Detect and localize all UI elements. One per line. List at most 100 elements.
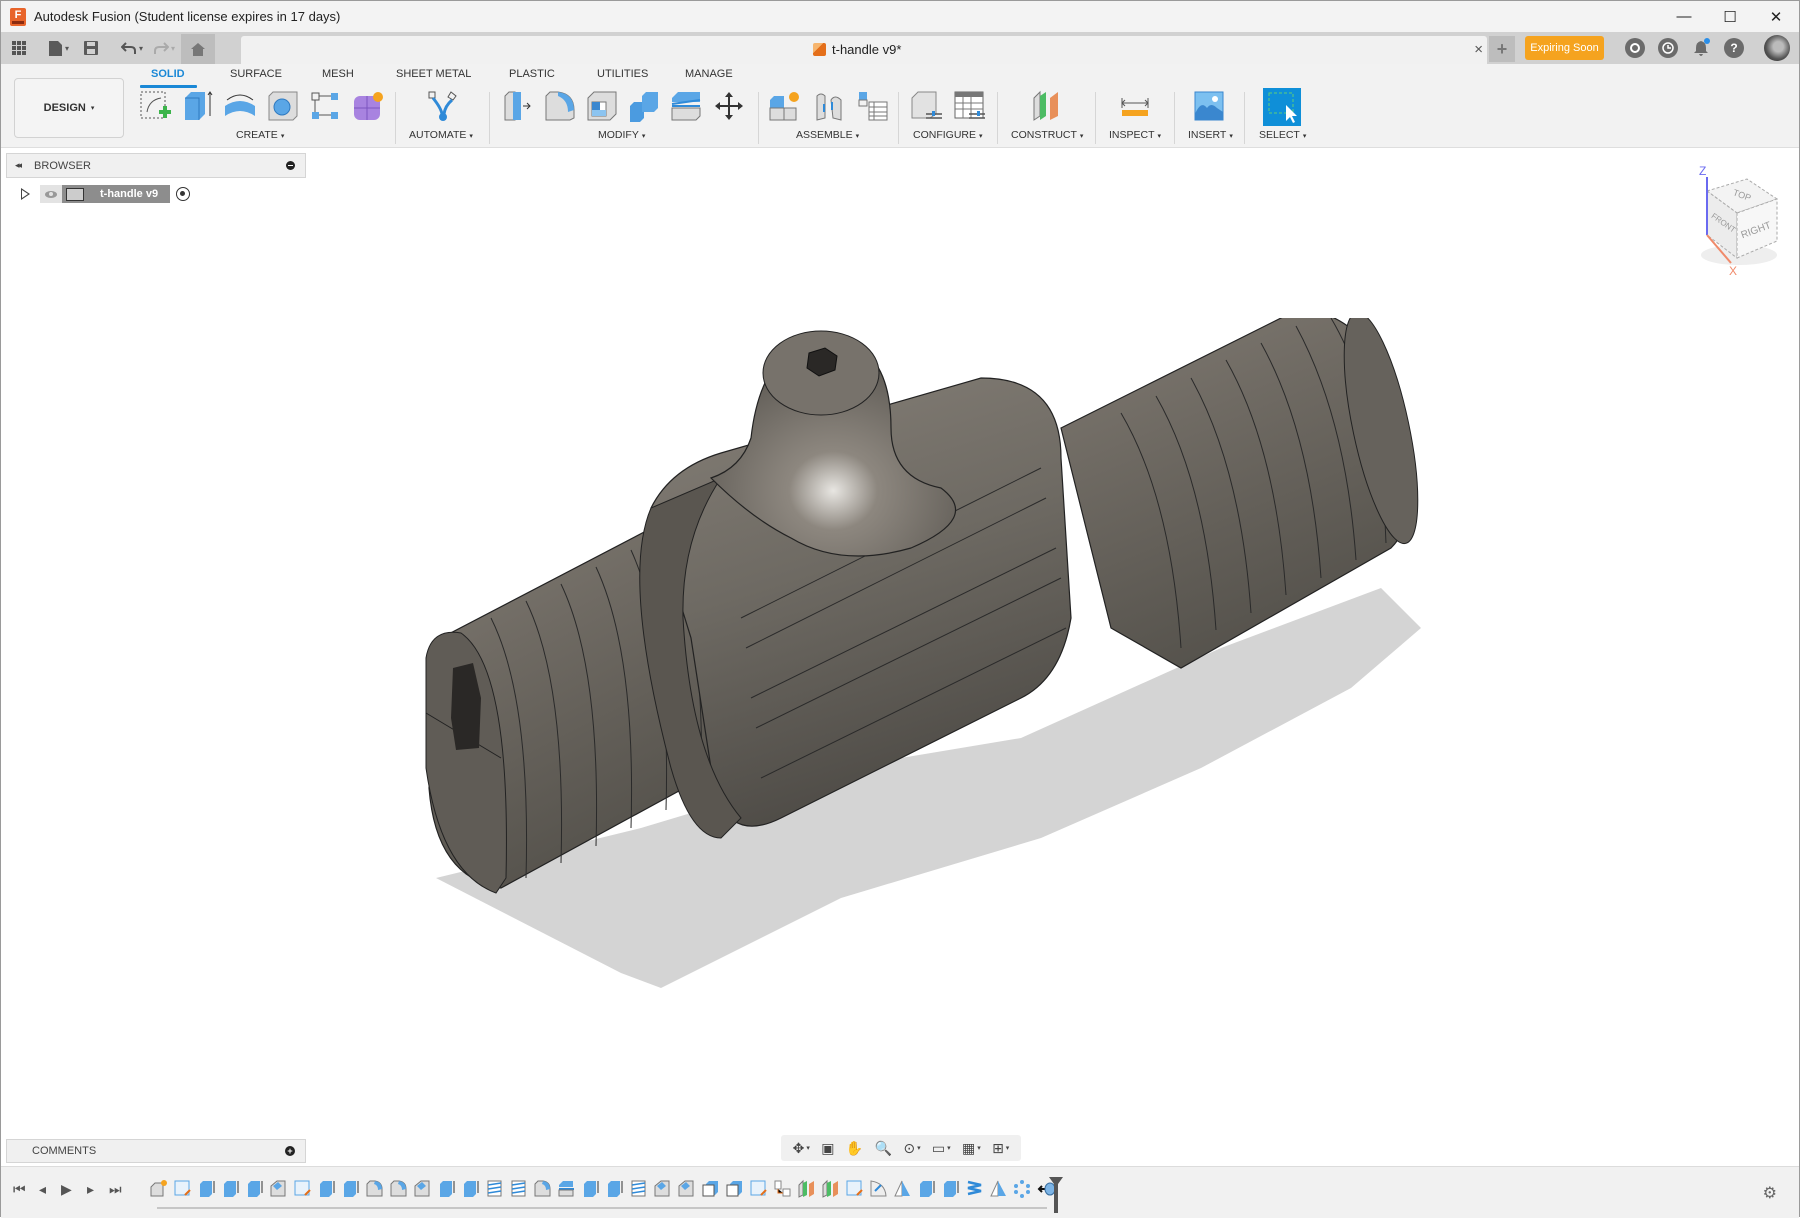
activate-component-button[interactable] — [176, 187, 191, 201]
collapse-browser-button[interactable]: ◂◂ — [15, 160, 22, 171]
viewports-button[interactable]: ⊞ ▾ — [992, 1140, 1009, 1157]
home-tab[interactable] — [181, 34, 216, 64]
timeline-feature-revolve[interactable] — [869, 1179, 888, 1198]
notifications-button[interactable] — [1691, 38, 1711, 58]
chevron-down-icon[interactable]: ▾ — [947, 1144, 951, 1152]
timeline-go-to-end[interactable]: ⏭ — [109, 1181, 122, 1198]
timeline-feature-sketch[interactable] — [173, 1179, 192, 1198]
insert-canvas-button[interactable] — [1191, 88, 1227, 124]
orbit-button[interactable]: ✥ ▾ — [793, 1140, 810, 1157]
look-at-button[interactable]: ▣ — [821, 1140, 834, 1157]
viewcube[interactable]: TOP FRONT RIGHT Z X — [1689, 163, 1784, 278]
tab-sheet-metal[interactable]: SHEET METAL — [396, 68, 471, 80]
timeline-feature-chamfer[interactable] — [653, 1179, 672, 1198]
timeline-feature-new-component[interactable] — [149, 1179, 168, 1198]
create-menu[interactable]: CREATE ▾ — [236, 129, 284, 141]
press-pull-button[interactable] — [501, 88, 537, 124]
timeline-feature-pattern[interactable] — [1013, 1179, 1032, 1198]
data-panel-button[interactable] — [5, 34, 33, 62]
modify-menu[interactable]: MODIFY ▾ — [598, 129, 645, 141]
timeline-feature-thread[interactable] — [509, 1179, 528, 1198]
maximize-button[interactable]: ☐ — [1707, 1, 1753, 32]
timeline-go-to-start[interactable]: ⏮ — [13, 1181, 26, 1198]
timeline-feature-extrude[interactable] — [221, 1179, 240, 1198]
assemble-menu[interactable]: ASSEMBLE ▾ — [796, 129, 859, 141]
timeline-feature-extrude[interactable] — [317, 1179, 336, 1198]
tab-surface[interactable]: SURFACE — [230, 68, 282, 80]
configure-design-button[interactable] — [908, 88, 944, 124]
timeline-feature-shell[interactable] — [725, 1179, 744, 1198]
timeline-feature-chamfer[interactable] — [677, 1179, 696, 1198]
timeline-step-back[interactable]: ◂ — [39, 1181, 46, 1198]
combine-button[interactable] — [626, 88, 662, 124]
timeline-feature-sketch[interactable] — [749, 1179, 768, 1198]
timeline-feature-draft[interactable] — [989, 1179, 1008, 1198]
rectangular-pattern-button[interactable] — [307, 88, 343, 124]
create-form-button[interactable] — [350, 88, 386, 124]
viewport-canvas[interactable]: ◂◂ BROWSER t-handle v9 TOP FRONT RIGHT Z — [1, 148, 1799, 1166]
select-menu[interactable]: SELECT ▾ — [1259, 129, 1306, 141]
timeline-feature-extrude[interactable] — [917, 1179, 936, 1198]
chevron-down-icon[interactable]: ▾ — [806, 1144, 810, 1152]
visibility-toggle[interactable] — [40, 185, 62, 203]
timeline-feature-chamfer[interactable] — [413, 1179, 432, 1198]
move-copy-button[interactable] — [711, 88, 747, 124]
tab-utilities[interactable]: UTILITIES — [597, 68, 648, 80]
timeline-feature-coil[interactable] — [965, 1179, 984, 1198]
fillet-button[interactable] — [542, 88, 578, 124]
timeline-feature-fillet[interactable] — [389, 1179, 408, 1198]
tab-manage[interactable]: MANAGE — [685, 68, 733, 80]
timeline-feature-draft[interactable] — [893, 1179, 912, 1198]
tab-plastic[interactable]: PLASTIC — [509, 68, 555, 80]
tab-mesh[interactable]: MESH — [322, 68, 354, 80]
timeline-feature-chamfer[interactable] — [269, 1179, 288, 1198]
timeline-feature-joint[interactable] — [773, 1179, 792, 1198]
chevron-down-icon[interactable]: ▾ — [917, 1144, 921, 1152]
joint-button[interactable] — [811, 88, 847, 124]
redo-caret-icon[interactable]: ▾ — [171, 44, 175, 53]
extrude-button[interactable] — [179, 88, 215, 124]
close-tab-button[interactable]: × — [1474, 41, 1483, 58]
job-status-button[interactable] — [1658, 38, 1678, 58]
close-window-button[interactable]: ✕ — [1753, 1, 1799, 32]
select-button[interactable] — [1263, 88, 1301, 126]
timeline-feature-thread[interactable] — [629, 1179, 648, 1198]
save-button[interactable] — [77, 34, 105, 62]
expiring-soon-button[interactable]: Expiring Soon — [1525, 36, 1604, 60]
undo-caret-icon[interactable]: ▾ — [139, 44, 143, 53]
add-comment-button[interactable]: + — [285, 1146, 295, 1156]
timeline-marker[interactable] — [1049, 1177, 1063, 1213]
measure-button[interactable] — [1117, 88, 1153, 124]
shell-button[interactable] — [584, 88, 620, 124]
hole-button[interactable] — [265, 88, 301, 124]
minimize-button[interactable]: — — [1661, 1, 1707, 32]
inspect-menu[interactable]: INSPECT ▾ — [1109, 129, 1161, 141]
timeline-feature-shell[interactable] — [701, 1179, 720, 1198]
bill-of-materials-button[interactable] — [855, 88, 891, 124]
configure-menu[interactable]: CONFIGURE ▾ — [913, 129, 983, 141]
timeline-play[interactable]: ▶ — [61, 1181, 72, 1198]
timeline-feature-extrude[interactable] — [941, 1179, 960, 1198]
timeline-feature-extrude[interactable] — [341, 1179, 360, 1198]
timeline-feature-thread[interactable] — [485, 1179, 504, 1198]
pan-button[interactable]: ✋ — [846, 1140, 863, 1157]
fit-button[interactable]: ⊙ ▾ — [903, 1140, 920, 1157]
timeline-feature-fillet[interactable] — [365, 1179, 384, 1198]
automate-menu[interactable]: AUTOMATE ▾ — [409, 129, 473, 141]
create-sketch-button[interactable] — [137, 88, 173, 124]
timeline-feature-extrude[interactable] — [245, 1179, 264, 1198]
chevron-down-icon[interactable]: ▾ — [1006, 1144, 1010, 1152]
root-component-node[interactable]: t-handle v9 — [62, 185, 171, 203]
insert-menu[interactable]: INSERT ▾ — [1188, 129, 1233, 141]
timeline-feature-plane[interactable] — [797, 1179, 816, 1198]
user-avatar[interactable] — [1764, 35, 1790, 61]
t-handle-model[interactable] — [421, 318, 1441, 1018]
expand-arrow-icon[interactable] — [21, 188, 30, 200]
browser-minimize-button[interactable] — [286, 161, 295, 170]
timeline-feature-extrude[interactable] — [197, 1179, 216, 1198]
chevron-down-icon[interactable]: ▾ — [977, 1144, 981, 1152]
new-tab-button[interactable]: + — [1489, 36, 1515, 62]
grid-button[interactable]: ▦ ▾ — [962, 1140, 981, 1157]
construct-menu[interactable]: CONSTRUCT ▾ — [1011, 129, 1083, 141]
timeline-feature-sketch[interactable] — [845, 1179, 864, 1198]
